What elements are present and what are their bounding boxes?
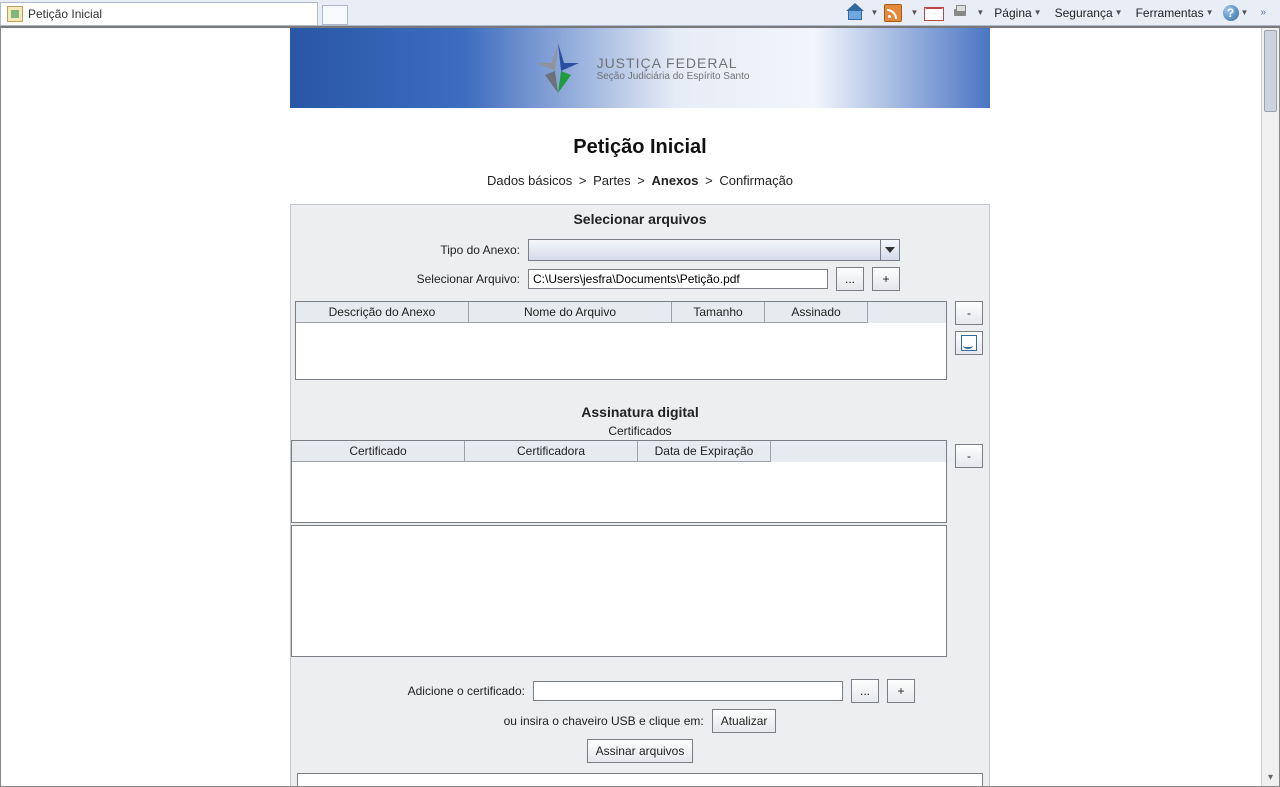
breadcrumb-sep: > — [705, 173, 713, 188]
certificates-label: Certificados — [291, 424, 989, 438]
breadcrumb: Dados básicos > Partes > Anexos > Confir… — [290, 173, 990, 188]
breadcrumb-step-anexos: Anexos — [652, 173, 699, 188]
logo-icon — [531, 41, 585, 95]
security-menu[interactable]: Segurança▼ — [1049, 6, 1126, 20]
browser-toolbar: ▼ ▼ ▼ Página▼ Segurança▼ Ferramentas▼ ▼ … — [837, 0, 1280, 25]
usb-hint-label: ou insira o chaveiro USB e clique em: — [504, 714, 704, 728]
page-content: JUSTIÇA FEDERAL Seção Judiciária do Espí… — [290, 28, 990, 787]
org-subtitle: Seção Judiciária do Espírito Santo — [597, 71, 750, 82]
feeds-button[interactable] — [882, 3, 904, 23]
tools-menu[interactable]: Ferramentas▼ — [1130, 6, 1217, 20]
remove-cert-button[interactable]: - — [955, 444, 983, 468]
file-path-input[interactable] — [528, 269, 828, 289]
chevron-down-icon[interactable] — [880, 240, 899, 260]
tools-menu-label: Ferramentas — [1136, 6, 1204, 20]
org-name: JUSTIÇA FEDERAL — [597, 55, 750, 71]
browser-chrome: Petição Inicial ▼ ▼ ▼ Página▼ Segurança▼… — [0, 0, 1280, 26]
logo-text: JUSTIÇA FEDERAL Seção Judiciária do Espí… — [597, 55, 750, 82]
add-cert-button[interactable]: + — [887, 679, 915, 703]
tab-title: Petição Inicial — [28, 7, 102, 21]
col-assinado: Assinado — [765, 302, 868, 323]
signature-title: Assinatura digital — [291, 404, 989, 420]
tipo-anexo-label: Tipo do Anexo: — [380, 243, 520, 257]
browse-file-button[interactable]: ... — [836, 267, 864, 291]
print-button[interactable] — [950, 3, 970, 23]
rss-icon — [884, 4, 902, 22]
browse-cert-button[interactable]: ... — [851, 679, 879, 703]
feeds-dropdown[interactable]: ▼ — [910, 8, 918, 17]
security-menu-label: Segurança — [1055, 6, 1113, 20]
cert-table-header: Certificado Certificadora Data de Expira… — [292, 441, 946, 462]
help-button[interactable]: ▼ — [1221, 3, 1251, 23]
breadcrumb-step-confirmacao: Confirmação — [719, 173, 793, 188]
files-table-header: Descrição do Anexo Nome do Arquivo Taman… — [296, 302, 946, 323]
selecionar-arquivo-label: Selecionar Arquivo: — [380, 272, 520, 286]
help-icon — [1223, 5, 1239, 21]
col-descricao: Descrição do Anexo — [296, 302, 469, 323]
viewport: ▴ ▾ JUSTIÇA FEDERAL Seção Judiciária do … — [0, 26, 1280, 787]
vertical-scrollbar[interactable]: ▴ ▾ — [1261, 28, 1279, 786]
panel-select-files-title: Selecionar arquivos — [291, 205, 989, 233]
home-button[interactable] — [845, 3, 865, 23]
cert-table-body — [292, 462, 946, 522]
add-cert-label: Adicione o certificado: — [365, 684, 525, 698]
refresh-cert-button[interactable]: Atualizar — [712, 709, 777, 733]
print-dropdown[interactable]: ▼ — [976, 8, 984, 17]
page-menu-label: Página — [994, 6, 1031, 20]
home-dropdown[interactable]: ▼ — [871, 8, 879, 17]
sign-file-button[interactable] — [955, 331, 983, 355]
scroll-down-icon[interactable]: ▾ — [1262, 769, 1279, 786]
tab-strip: Petição Inicial — [0, 0, 348, 25]
add-file-button[interactable]: + — [872, 267, 900, 291]
breadcrumb-step-partes: Partes — [593, 173, 631, 188]
home-icon — [847, 5, 863, 21]
breadcrumb-step-dados: Dados básicos — [487, 173, 572, 188]
cert-path-input[interactable] — [533, 681, 843, 701]
col-certificado: Certificado — [292, 441, 465, 462]
breadcrumb-sep: > — [637, 173, 645, 188]
mail-button[interactable] — [922, 3, 946, 23]
breadcrumb-sep: > — [579, 173, 587, 188]
header-banner: JUSTIÇA FEDERAL Seção Judiciária do Espí… — [290, 28, 990, 108]
tipo-anexo-select[interactable] — [528, 239, 900, 261]
status-bar — [297, 773, 983, 787]
new-tab-button[interactable] — [322, 5, 348, 25]
files-table-body — [296, 323, 946, 379]
scroll-thumb[interactable] — [1264, 30, 1277, 112]
col-nome: Nome do Arquivo — [469, 302, 672, 323]
col-certificadora: Certificadora — [465, 441, 638, 462]
page-title: Petição Inicial — [290, 136, 990, 159]
col-expiracao: Data de Expiração — [638, 441, 771, 462]
browser-tab[interactable]: Petição Inicial — [0, 2, 318, 25]
sign-files-button[interactable]: Assinar arquivos — [587, 739, 694, 763]
cert-list-box[interactable] — [291, 525, 947, 657]
signature-icon — [961, 335, 977, 351]
page-menu[interactable]: Página▼ — [988, 6, 1044, 20]
toolbar-overflow[interactable]: » — [1254, 7, 1272, 18]
mail-icon — [924, 7, 944, 21]
col-tamanho: Tamanho — [672, 302, 765, 323]
panel-select-files: Selecionar arquivos Tipo do Anexo: Selec… — [290, 204, 990, 787]
tab-favicon-icon — [7, 6, 23, 22]
remove-file-button[interactable]: - — [955, 301, 983, 325]
print-icon — [952, 5, 968, 21]
